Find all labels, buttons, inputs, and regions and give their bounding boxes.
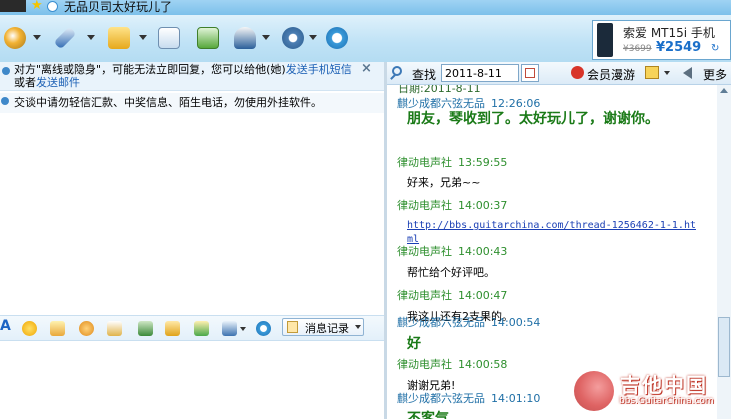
message-text: 朋友，琴收到了。太好玩儿了，谢谢你。 <box>407 111 659 127</box>
avatar[interactable] <box>0 0 26 12</box>
settings-icon[interactable] <box>282 27 304 49</box>
sender-name[interactable]: 律动电声社 <box>397 289 452 302</box>
history-toolbar: 查找 会员漫游 更多 <box>387 62 731 85</box>
watermark-name: 吉他中国 <box>620 373 708 397</box>
send-sms-link[interactable]: 发送手机短信 <box>286 63 352 76</box>
music-icon[interactable] <box>165 321 180 336</box>
sender-name[interactable]: 麒少成都六弦无品 <box>397 392 485 405</box>
scroll-up-icon[interactable] <box>720 88 728 93</box>
star-icon: ★ <box>31 0 43 13</box>
chevron-down-icon[interactable] <box>240 327 246 331</box>
chevron-down-icon[interactable] <box>139 35 147 40</box>
info-icon <box>1 97 9 105</box>
warning-text: 交谈中请勿轻信汇款、中奖信息、陌生电话，勿使用外挂软件。 <box>14 96 322 109</box>
app-store-icon[interactable] <box>326 27 348 49</box>
sender-name[interactable]: 麒少成都六弦无品 <box>397 316 485 329</box>
message-sender: 律动电声社 14:00:43 <box>397 243 717 259</box>
more-label[interactable]: 更多 <box>703 66 727 83</box>
send-file-icon[interactable] <box>108 27 130 49</box>
message-time: 14:00:43 <box>458 245 508 258</box>
app-icon[interactable] <box>256 321 271 336</box>
status-icon <box>47 1 58 12</box>
chevron-down-icon[interactable] <box>309 35 317 40</box>
chevron-down-icon[interactable] <box>664 71 670 75</box>
sender-name[interactable]: 律动电声社 <box>397 199 452 212</box>
message-time: 14:01:10 <box>491 392 541 405</box>
find-label[interactable]: 查找 <box>412 66 436 83</box>
notice-text: 对方"离线或隐身"，可能无法立即回复，您可以给他(她)发送手机短信或者发送邮件 <box>14 63 352 89</box>
guitar-logo-icon <box>574 371 614 411</box>
message-time: 14:00:54 <box>491 316 541 329</box>
message-time: 12:26:06 <box>491 97 541 110</box>
ad-old-price: ¥3699 <box>623 44 652 54</box>
message-sender: 麒少成都六弦无品 12:26:06 <box>397 95 717 111</box>
image-icon[interactable] <box>138 321 153 336</box>
message-sender: 麒少成都六弦无品 14:00:54 <box>397 314 717 330</box>
security-warning: 交谈中请勿轻信汇款、中奖信息、陌生电话，勿使用外挂软件。 <box>0 93 384 113</box>
sender-name[interactable]: 律动电声社 <box>397 245 452 258</box>
chat-left-panel: 对方"离线或隐身"，可能无法立即回复，您可以给他(她)发送手机短信或者发送邮件 … <box>0 61 384 419</box>
message-text: http://bbs.guitarchina.com/thread-125646… <box>407 218 697 246</box>
history-options-icon[interactable] <box>645 66 659 79</box>
chevron-down-icon <box>355 325 361 329</box>
vip-roaming-icon[interactable] <box>571 66 584 79</box>
screenshot-icon[interactable] <box>222 321 237 336</box>
message-history-label: 消息记录 <box>305 322 349 335</box>
add-app-icon[interactable] <box>197 27 219 49</box>
ad-new-price: ¥2549 <box>656 40 702 55</box>
message-sender: 律动电声社 14:00:37 <box>397 197 717 213</box>
volume-icon[interactable] <box>683 67 692 79</box>
title-bar: ★ 无品贝司太好玩儿了 <box>0 0 731 15</box>
info-icon <box>2 67 10 75</box>
message-link[interactable]: http://bbs.guitarchina.com/thread-125646… <box>407 220 696 245</box>
chevron-down-icon[interactable] <box>33 35 41 40</box>
message-history-button[interactable]: 消息记录 <box>282 318 364 336</box>
wink-icon[interactable] <box>79 321 94 336</box>
phone-image <box>597 23 613 57</box>
send-email-link[interactable]: 发送邮件 <box>36 76 80 89</box>
message-time: 13:59:55 <box>458 156 508 169</box>
phone-ad[interactable]: 索爱 MT15i 手机 ¥3699 ¥2549 ↻ <box>592 20 731 60</box>
input-toolbar: A 消息记录 <box>0 315 384 341</box>
message-time: 14:00:37 <box>458 199 508 212</box>
history-icon <box>287 321 298 333</box>
ad-product-name: 索爱 MT15i 手机 <box>623 26 715 40</box>
watermark-url: bbs.GuitarChina.com <box>619 396 714 406</box>
video-chat-icon[interactable] <box>4 27 26 49</box>
vip-roaming-label[interactable]: 会员漫游 <box>587 66 635 83</box>
voice-chat-icon[interactable] <box>53 26 77 50</box>
calendar-button[interactable] <box>521 64 539 82</box>
message-sender: 律动电声社 14:00:47 <box>397 287 717 303</box>
message-text: 好来，兄弟~~ <box>407 176 481 189</box>
font-icon[interactable]: A <box>0 318 11 334</box>
message-time: 14:00:47 <box>458 289 508 302</box>
close-icon[interactable]: × <box>361 61 372 76</box>
chevron-down-icon[interactable] <box>87 35 95 40</box>
message-text: 好 <box>407 336 421 352</box>
date-input[interactable] <box>441 64 519 82</box>
shake-icon[interactable] <box>107 321 122 336</box>
sender-name[interactable]: 麒少成都六弦无品 <box>397 97 485 110</box>
calendar-icon <box>525 68 535 78</box>
offline-notice: 对方"离线或隐身"，可能无法立即回复，您可以给他(她)发送手机短信或者发送邮件 … <box>0 61 384 91</box>
message-text: 帮忙给个好评吧。 <box>407 266 495 279</box>
group-icon[interactable] <box>234 27 256 49</box>
chevron-down-icon[interactable] <box>262 35 270 40</box>
site-watermark: 吉他中国 bbs.GuitarChina.com <box>572 365 731 419</box>
message-time: 14:00:58 <box>458 358 508 371</box>
message-sender: 律动电声社 13:59:55 <box>397 154 717 170</box>
window-title: 无品贝司太好玩儿了 <box>64 0 173 14</box>
sender-name[interactable]: 律动电声社 <box>397 156 452 169</box>
emoticon-icon[interactable] <box>22 321 37 336</box>
gift-icon[interactable] <box>194 321 209 336</box>
refresh-icon[interactable]: ↻ <box>711 43 719 54</box>
magic-emoticon-icon[interactable] <box>50 321 65 336</box>
sender-name[interactable]: 律动电声社 <box>397 358 452 371</box>
send-email-icon[interactable] <box>158 27 180 49</box>
